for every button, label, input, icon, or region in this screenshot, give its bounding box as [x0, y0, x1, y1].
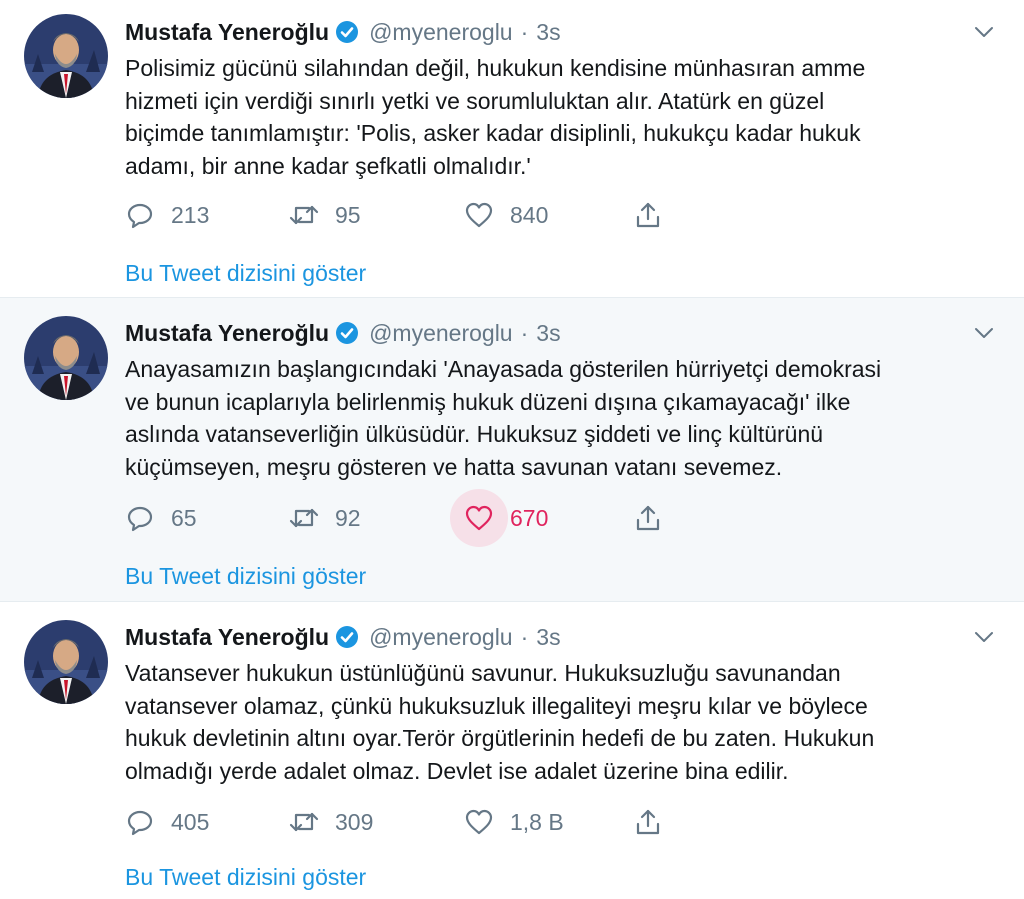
tweet-header: Mustafa Yeneroğlu @myeneroglu · 3s — [125, 16, 561, 48]
author-name[interactable]: Mustafa Yeneroğlu — [125, 624, 329, 651]
avatar-image — [24, 14, 108, 98]
tweet-text: Polisimiz gücünü silahından değil, hukuk… — [125, 52, 995, 182]
like-count: 1,8 B — [510, 808, 564, 835]
retweet-button[interactable]: 92 — [289, 498, 361, 538]
retweet-count: 95 — [335, 201, 361, 228]
tweet-text-line: Vatansever hukukun üstünlüğünü savunur. … — [125, 660, 841, 686]
like-count: 670 — [510, 504, 549, 531]
tweet-text-line: olmadığı yerde adalet olmaz. Devlet ise … — [125, 757, 789, 784]
tweet-text-line: adamı, bir anne kadar şefkatli olmalıdır… — [125, 152, 531, 179]
author-handle[interactable]: @myeneroglu — [369, 19, 513, 46]
tweet-text-line: küçümseyen, meşru gösteren ve hatta savu… — [125, 453, 783, 480]
show-thread-link[interactable]: Bu Tweet dizisini göster — [125, 260, 366, 287]
tweet-timestamp[interactable]: 3s — [536, 320, 560, 347]
header-separator: · — [520, 623, 529, 650]
tweet-text-line: hukuk devletinin altını oyar.Terör örgüt… — [125, 725, 875, 751]
share-icon — [633, 807, 663, 837]
like-button[interactable]: 670 — [450, 489, 549, 547]
header-separator: · — [520, 18, 529, 45]
tweet-text-line: vatansever olamaz, çünkü hukuksuzluk ill… — [125, 692, 868, 719]
chevron-down-icon[interactable] — [974, 629, 994, 645]
reply-button[interactable]: 213 — [125, 195, 209, 235]
author-handle[interactable]: @myeneroglu — [369, 624, 513, 651]
reply-icon — [125, 200, 155, 230]
avatar[interactable] — [24, 316, 108, 400]
chevron-down-icon[interactable] — [974, 24, 994, 40]
tweet-actions: 213 95 840 — [125, 195, 685, 235]
share-button[interactable] — [633, 195, 663, 235]
tweet-timestamp[interactable]: 3s — [536, 19, 560, 46]
timeline: Mustafa Yeneroğlu @myeneroglu · 3s Polis… — [0, 0, 1024, 899]
retweet-button[interactable]: 95 — [289, 195, 361, 235]
reply-button[interactable]: 65 — [125, 498, 197, 538]
tweet[interactable]: Mustafa Yeneroğlu @myeneroglu · 3s Vatan… — [0, 602, 1024, 899]
retweet-count: 309 — [335, 808, 374, 835]
chevron-down-icon[interactable] — [974, 325, 994, 341]
heart-icon — [464, 200, 494, 230]
tweet-actions: 65 92 670 — [125, 489, 685, 547]
reply-count: 65 — [171, 504, 197, 531]
reply-count: 213 — [171, 201, 210, 228]
verified-badge-icon — [335, 321, 359, 345]
like-count: 840 — [510, 201, 549, 228]
tweet-header: Mustafa Yeneroğlu @myeneroglu · 3s — [125, 317, 561, 349]
avatar[interactable] — [24, 14, 108, 98]
tweet-text-line: biçimde tanımlamıştır: 'Polis, asker kad… — [125, 120, 861, 146]
tweet[interactable]: Mustafa Yeneroğlu @myeneroglu · 3s Anaya… — [0, 298, 1024, 602]
like-button[interactable]: 1,8 B — [464, 802, 564, 842]
retweet-icon — [289, 200, 319, 230]
share-button[interactable] — [633, 498, 663, 538]
reply-icon — [125, 503, 155, 533]
header-separator: · — [520, 319, 529, 346]
reply-icon — [125, 807, 155, 837]
retweet-icon — [289, 503, 319, 533]
author-name[interactable]: Mustafa Yeneroğlu — [125, 320, 329, 347]
reply-button[interactable]: 405 — [125, 802, 209, 842]
tweet-actions: 405 309 1,8 B — [125, 802, 685, 842]
show-thread-link[interactable]: Bu Tweet dizisini göster — [125, 563, 366, 590]
tweet-header: Mustafa Yeneroğlu @myeneroglu · 3s — [125, 621, 561, 653]
tweet[interactable]: Mustafa Yeneroğlu @myeneroglu · 3s Polis… — [0, 0, 1024, 298]
tweet-text: Vatansever hukukun üstünlüğünü savunur. … — [125, 657, 995, 787]
retweet-icon — [289, 807, 319, 837]
tweet-text-line: Polisimiz gücünü silahından değil, hukuk… — [125, 55, 866, 81]
retweet-count: 92 — [335, 504, 361, 531]
verified-badge-icon — [335, 625, 359, 649]
share-button[interactable] — [633, 802, 663, 842]
avatar-image — [24, 620, 108, 704]
avatar-image — [24, 316, 108, 400]
tweet-text-line: ve bunun icaplarıyla belirlenmiş hukuk d… — [125, 388, 851, 415]
author-name[interactable]: Mustafa Yeneroğlu — [125, 19, 329, 46]
verified-badge-icon — [335, 20, 359, 44]
show-thread-link[interactable]: Bu Tweet dizisini göster — [125, 864, 366, 891]
heart-icon — [464, 503, 494, 533]
avatar[interactable] — [24, 620, 108, 704]
author-handle[interactable]: @myeneroglu — [369, 320, 513, 347]
share-icon — [633, 200, 663, 230]
share-icon — [633, 503, 663, 533]
like-button[interactable]: 840 — [464, 195, 548, 235]
tweet-text-line: Anayasamızın başlangıcındaki 'Anayasada … — [125, 356, 882, 382]
tweet-text-line: aslında vatanseverliğin ülküsüdür. Hukuk… — [125, 421, 824, 447]
tweet-timestamp[interactable]: 3s — [536, 624, 560, 651]
heart-icon — [464, 807, 494, 837]
reply-count: 405 — [171, 808, 210, 835]
tweet-text: Anayasamızın başlangıcındaki 'Anayasada … — [125, 353, 995, 483]
retweet-button[interactable]: 309 — [289, 802, 373, 842]
tweet-text-line: hizmeti için verdiği sınırlı yetki ve so… — [125, 87, 825, 114]
